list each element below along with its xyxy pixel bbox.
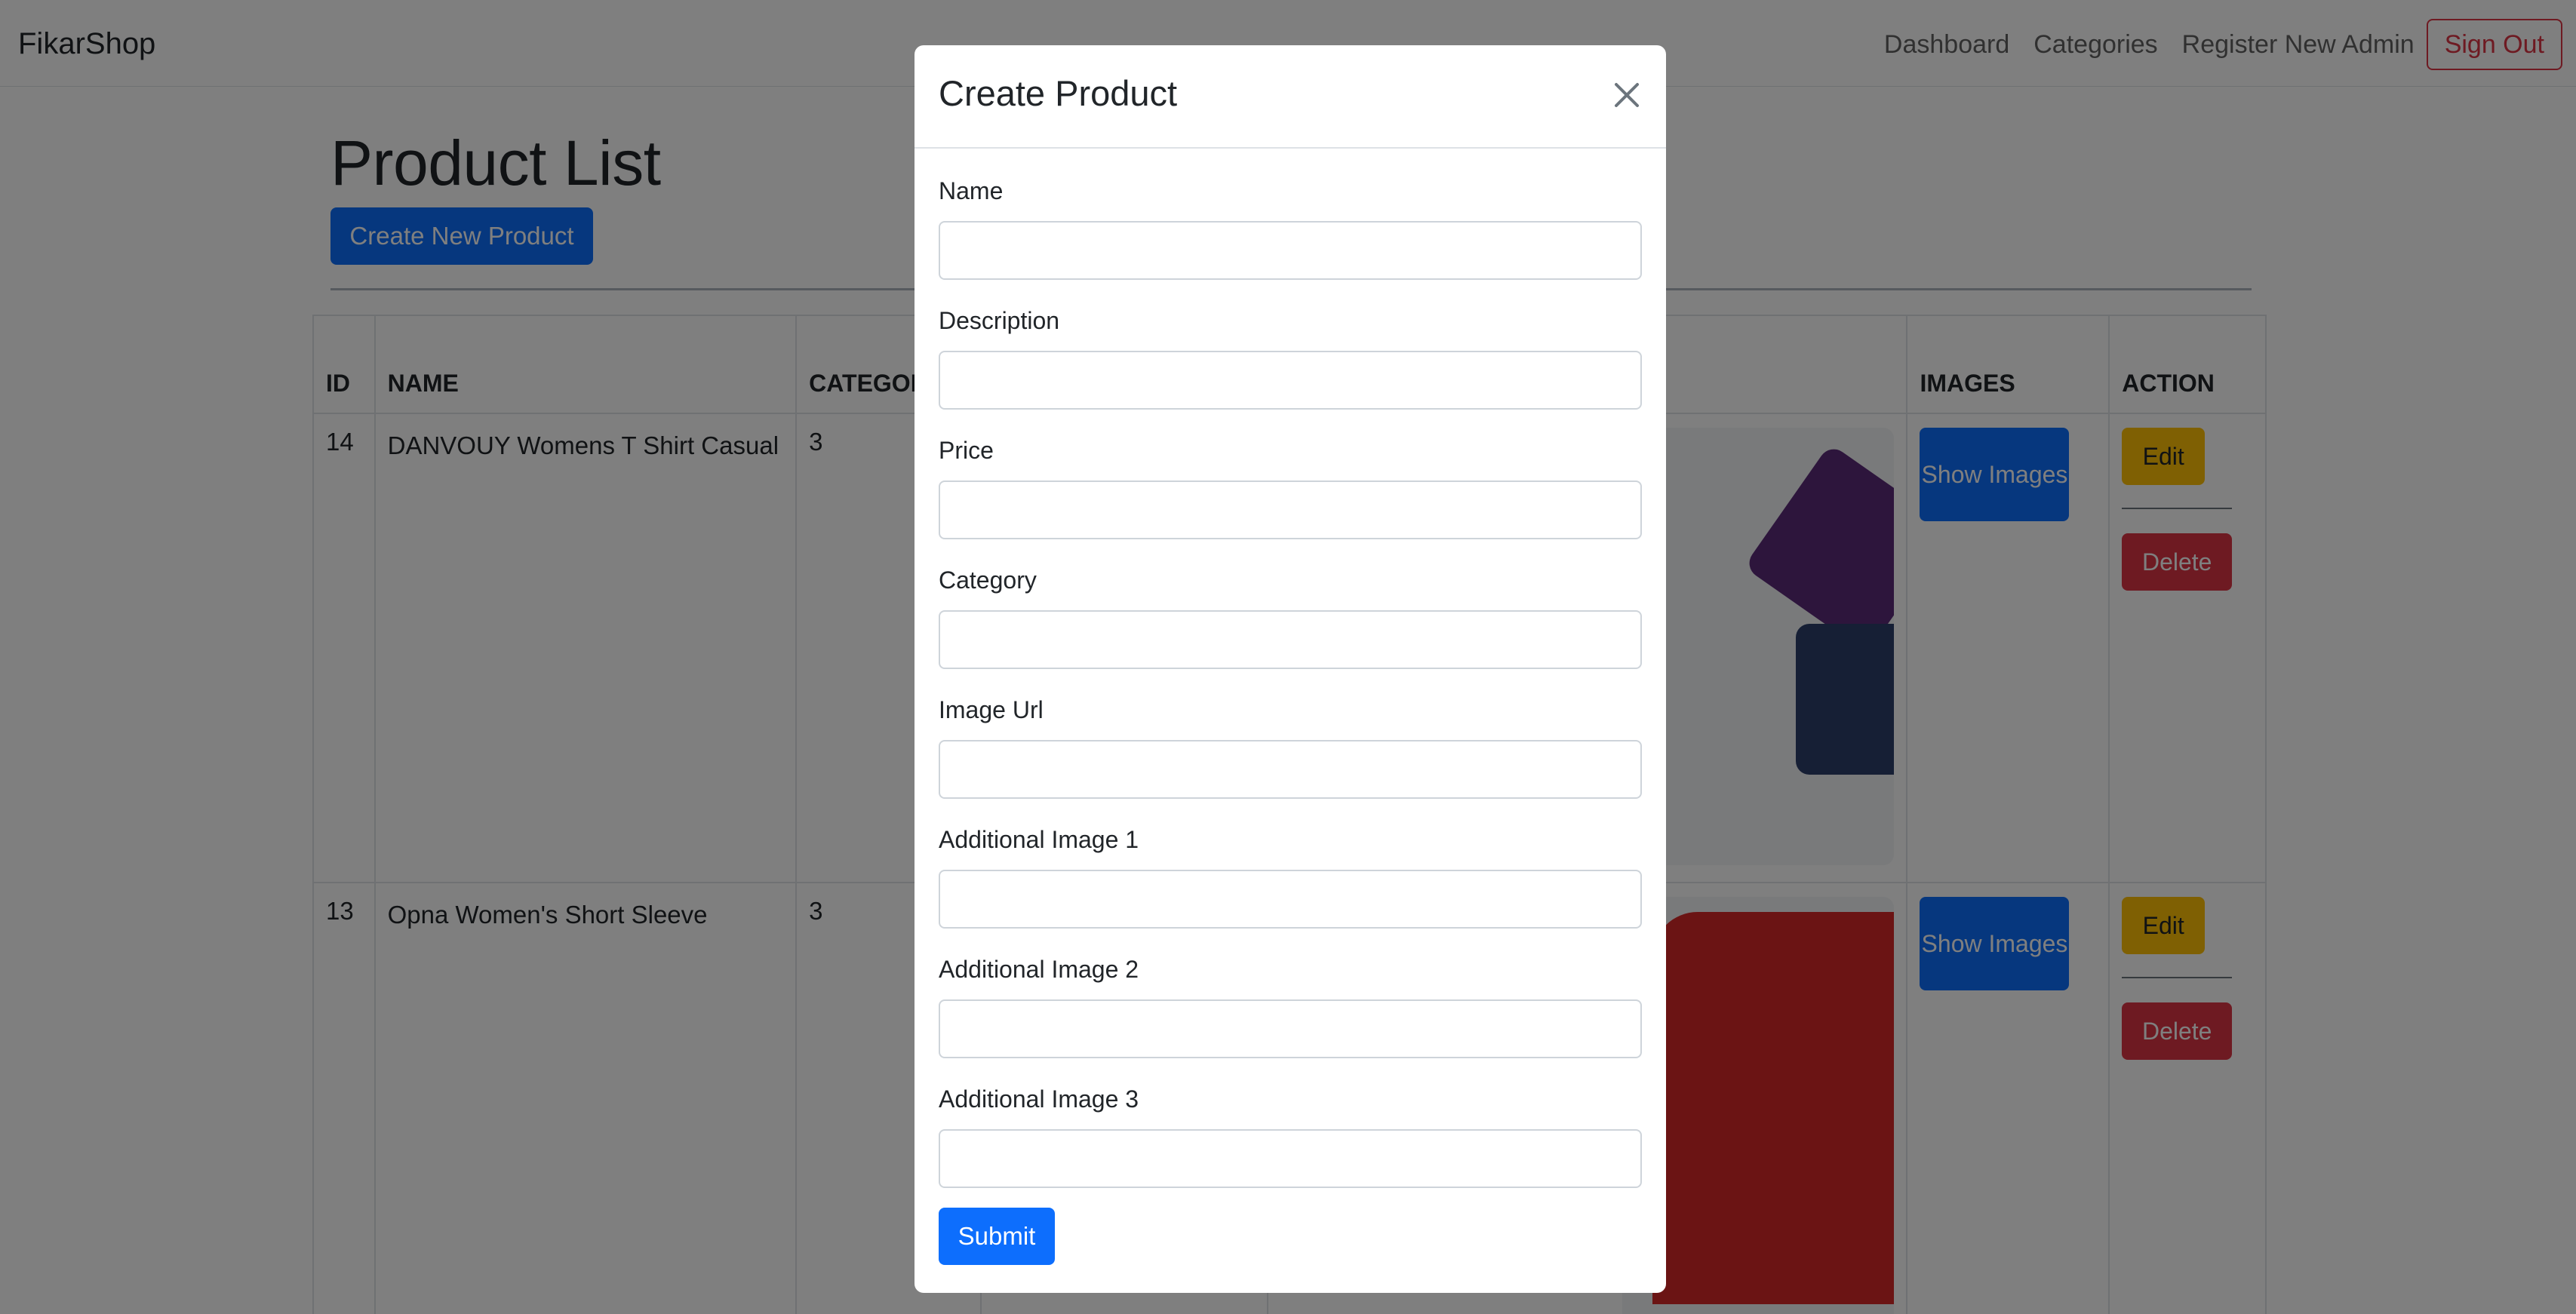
form-group-category: Category — [939, 565, 1642, 695]
name-input[interactable] — [939, 221, 1642, 280]
modal-body: Name Description Price Category Image Ur… — [915, 149, 1666, 1265]
additional-image-1-input[interactable] — [939, 870, 1642, 929]
form-group-image-url: Image Url — [939, 695, 1642, 824]
image-url-input[interactable] — [939, 740, 1642, 799]
name-label: Name — [939, 177, 1004, 204]
category-input[interactable] — [939, 610, 1642, 669]
close-button[interactable] — [1604, 72, 1649, 118]
form-group-price: Price — [939, 435, 1642, 565]
image-url-label: Image Url — [939, 696, 1044, 723]
additional-image-1-label: Additional Image 1 — [939, 826, 1139, 853]
additional-image-2-label: Additional Image 2 — [939, 956, 1139, 983]
form-group-additional-image-3: Additional Image 3 — [939, 1084, 1642, 1203]
create-product-modal: Create Product Name Description Price Ca… — [915, 45, 1666, 1293]
description-input[interactable] — [939, 351, 1642, 410]
form-group-description: Description — [939, 305, 1642, 435]
form-group-name: Name — [939, 176, 1642, 305]
submit-button[interactable]: Submit — [939, 1208, 1055, 1265]
form-group-additional-image-2: Additional Image 2 — [939, 954, 1642, 1084]
modal-title: Create Product — [939, 73, 1178, 113]
category-label: Category — [939, 566, 1037, 594]
additional-image-2-input[interactable] — [939, 999, 1642, 1058]
close-icon — [1615, 83, 1639, 107]
form-group-additional-image-1: Additional Image 1 — [939, 824, 1642, 954]
description-label: Description — [939, 307, 1060, 334]
additional-image-3-label: Additional Image 3 — [939, 1085, 1139, 1113]
price-label: Price — [939, 437, 994, 464]
additional-image-3-input[interactable] — [939, 1129, 1642, 1188]
price-input[interactable] — [939, 480, 1642, 539]
modal-header: Create Product — [915, 45, 1666, 149]
